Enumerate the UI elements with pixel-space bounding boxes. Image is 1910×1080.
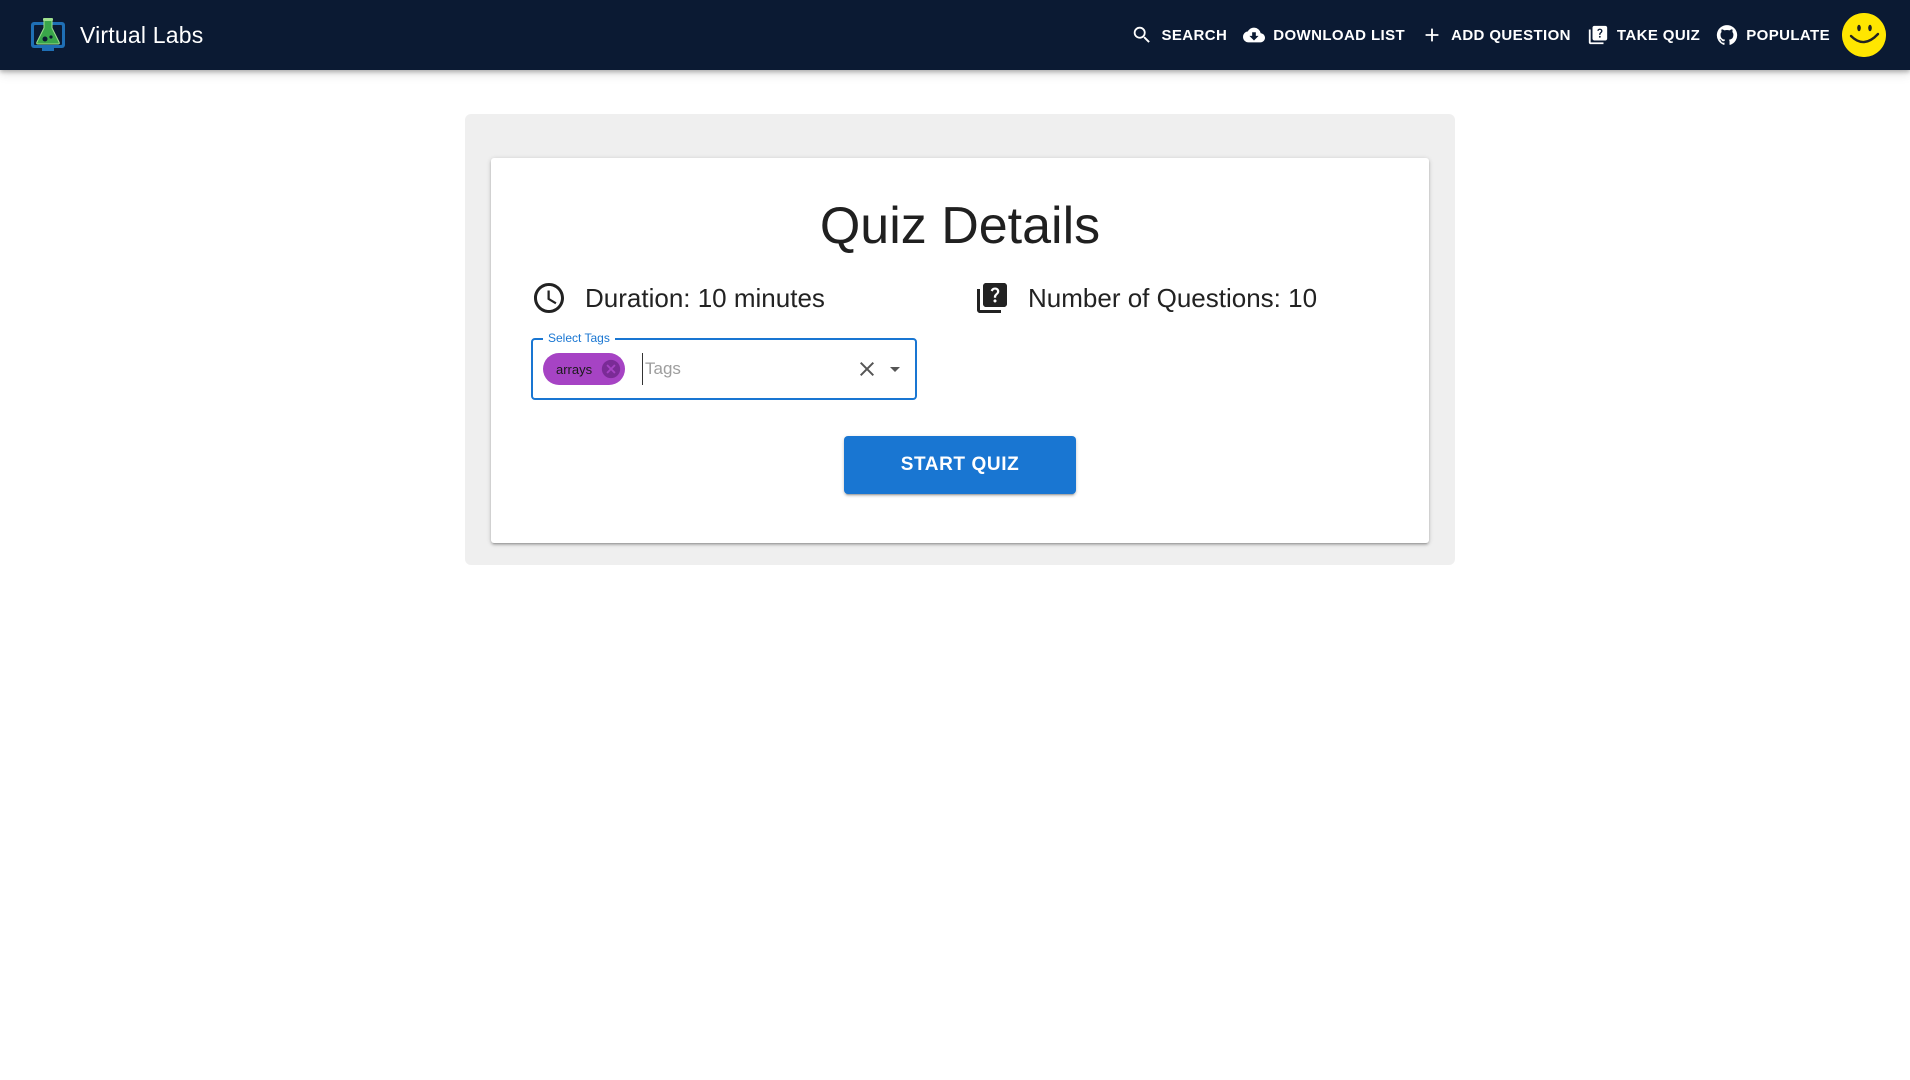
tag-chip-label: arrays	[556, 361, 593, 377]
close-icon	[860, 362, 874, 376]
question-count-info: Number of Questions: 10	[974, 280, 1317, 316]
tags-autocomplete[interactable]: Select Tags arrays	[531, 330, 917, 400]
download-list-button[interactable]: DOWNLOAD LIST	[1235, 15, 1413, 55]
quiz-icon	[977, 283, 1007, 313]
populate-button[interactable]: POPULATE	[1708, 15, 1838, 55]
app-title: Virtual Labs	[80, 21, 204, 48]
brand[interactable]: Virtual Labs	[28, 15, 203, 55]
app-bar: Virtual Labs SEARCH DOWNLOAD LIST ADD QU…	[0, 0, 1910, 70]
search-icon	[1134, 26, 1151, 43]
nav-menu: SEARCH DOWNLOAD LIST ADD QUESTION TAKE Q…	[1123, 0, 1838, 70]
flask-monitor-icon	[31, 18, 65, 51]
quiz-icon	[1588, 25, 1608, 45]
take-quiz-button-label: TAKE QUIZ	[1616, 26, 1701, 44]
tags-field-label: Select Tags	[543, 330, 615, 346]
page-title: Quiz Details	[819, 197, 1101, 255]
start-quiz-button[interactable]: START QUIZ	[844, 436, 1076, 494]
arrow-drop-down-icon	[890, 367, 900, 372]
duration-text: Duration: 10 minutes	[585, 282, 825, 313]
plus-icon	[1425, 28, 1439, 42]
question-count-text: Number of Questions: 10	[1028, 282, 1318, 313]
duration-info: Duration: 10 minutes	[531, 280, 825, 316]
open-tags-dropdown-button[interactable]	[883, 357, 907, 381]
take-quiz-button[interactable]: TAKE QUIZ	[1579, 15, 1708, 55]
quiz-details-card: Quiz Details Duration: 10 minutes Number…	[491, 158, 1429, 543]
tag-chip-arrays[interactable]: arrays	[543, 353, 626, 385]
populate-button-label: POPULATE	[1746, 26, 1830, 44]
user-avatar[interactable]	[1842, 13, 1886, 57]
clear-tags-button[interactable]	[855, 357, 879, 381]
add-question-button[interactable]: ADD QUESTION	[1413, 15, 1579, 55]
cancel-circle-icon[interactable]	[600, 358, 622, 380]
search-button-label: SEARCH	[1161, 26, 1228, 44]
smiley-face-icon	[1842, 13, 1886, 57]
cloud-download-icon	[1243, 27, 1266, 43]
tags-input[interactable]	[642, 353, 842, 385]
download-list-button-label: DOWNLOAD LIST	[1273, 26, 1406, 44]
search-button[interactable]: SEARCH	[1123, 15, 1235, 55]
add-question-button-label: ADD QUESTION	[1451, 26, 1571, 44]
clock-icon	[534, 283, 564, 313]
github-icon	[1717, 25, 1738, 45]
quiz-panel: Quiz Details Duration: 10 minutes Number…	[465, 114, 1455, 565]
